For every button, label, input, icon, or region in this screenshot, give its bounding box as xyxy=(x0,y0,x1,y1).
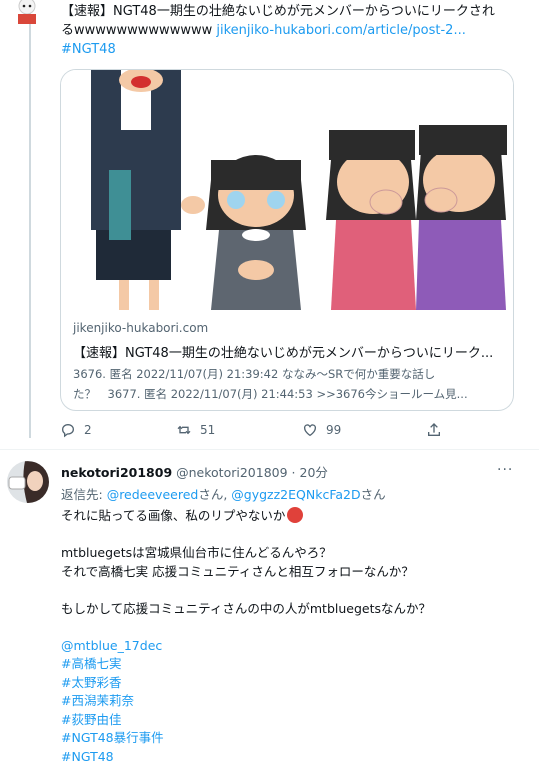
retweet-button[interactable]: 51 xyxy=(176,422,215,438)
more-options-icon[interactable]: ··· xyxy=(497,462,513,478)
avatar[interactable] xyxy=(12,0,42,24)
tweet-link[interactable]: jikenjiko-hukabori.com/article/post-2... xyxy=(216,23,465,38)
tweet-actions: 2 51 99 xyxy=(0,422,539,442)
hashtag[interactable]: #西潟茉莉奈 xyxy=(61,692,531,711)
reply-button[interactable]: 2 xyxy=(60,422,92,438)
share-icon xyxy=(428,423,440,436)
hashtag[interactable]: #NGT48 xyxy=(61,42,116,57)
user-handle[interactable]: @nekotori201809 xyxy=(176,465,287,480)
tweet-text: 【速報】NGT48一期生の壮絶ないじめが元メンバーからついにリークされ るwww… xyxy=(61,2,531,59)
angry-face-icon xyxy=(287,507,304,523)
tweet-text-line: それで高橋七実 応援コミュニティさんと相互フォローなんか？ xyxy=(61,563,414,579)
hashtag[interactable]: #太野彩香 xyxy=(61,674,531,693)
tweet-text-line: mtbluegetsは宮城県仙台市に住んどるんやろ？ xyxy=(61,545,332,560)
reply-to-separator: さん, xyxy=(198,487,232,502)
reply-to-suffix: さん xyxy=(360,487,386,502)
card-description-line: た？ 3677. 匿名 2022/11/07(月) 21:44:53 >>367… xyxy=(73,387,468,401)
hashtag[interactable]: #高橋七実 xyxy=(61,655,531,674)
timestamp[interactable]: · 20分 xyxy=(292,465,328,480)
card-title: 【速報】NGT48一期生の壮絶ないじめが元メンバーからついにリーク... xyxy=(73,346,494,361)
reply-icon xyxy=(61,423,75,438)
thread-line xyxy=(29,0,31,438)
retweet-count: 51 xyxy=(200,423,216,437)
heart-icon xyxy=(304,424,316,437)
retweet-icon xyxy=(177,425,191,435)
reply-to-user[interactable]: @redeeveered xyxy=(107,487,199,502)
tweet-text: それに貼ってる画像、私のリプやないか mtbluegetsは宮城県仙台市に住んど… xyxy=(61,507,531,766)
reply-count: 2 xyxy=(84,423,92,437)
tweet-text-line: るwwwwwwwwwwwww xyxy=(61,23,213,38)
tweet-header: nekotori201809 @nekotori201809 · 20分 xyxy=(61,462,328,481)
share-button[interactable] xyxy=(426,422,442,438)
card-description-line: 3676. 匿名 2022/11/07(月) 21:39:42 ななみ～SRで何… xyxy=(73,367,436,381)
hashtag[interactable]: #NGT48暴行事件 xyxy=(61,729,531,748)
card-image[interactable] xyxy=(61,70,513,310)
card-domain: jikenjiko-hukabori.com xyxy=(73,321,209,335)
avatar[interactable] xyxy=(7,461,49,503)
link-card[interactable]: jikenjiko-hukabori.com 【速報】NGT48一期生の壮絶ない… xyxy=(60,69,514,411)
like-count: 99 xyxy=(326,423,342,437)
reply-to-user[interactable]: @gygzz2EQNkcFa2D xyxy=(231,487,360,502)
tweet-text-line: それに貼ってる画像、私のリプやないか xyxy=(61,508,286,523)
reply-to-label: 返信先: xyxy=(61,487,107,502)
reply-to: 返信先: @redeeveeredさん, @gygzz2EQNkcFa2Dさん xyxy=(61,484,386,503)
tweet-text-line: もしかして応援コミュニティさんの中の人がmtbluegetsなんか？ xyxy=(61,600,432,616)
tweet-text-line: 【速報】NGT48一期生の壮絶ないじめが元メンバーからついにリークされ xyxy=(61,4,495,19)
divider xyxy=(0,449,539,450)
hashtag[interactable]: #NGT48 xyxy=(61,748,531,767)
card-description: 3676. 匿名 2022/11/07(月) 21:39:42 ななみ～SRで何… xyxy=(73,364,501,404)
mention-link[interactable]: @mtblue_17dec xyxy=(61,637,531,656)
like-button[interactable]: 99 xyxy=(302,422,341,438)
display-name[interactable]: nekotori201809 xyxy=(61,465,172,480)
hashtag[interactable]: #荻野由佳 xyxy=(61,711,531,730)
